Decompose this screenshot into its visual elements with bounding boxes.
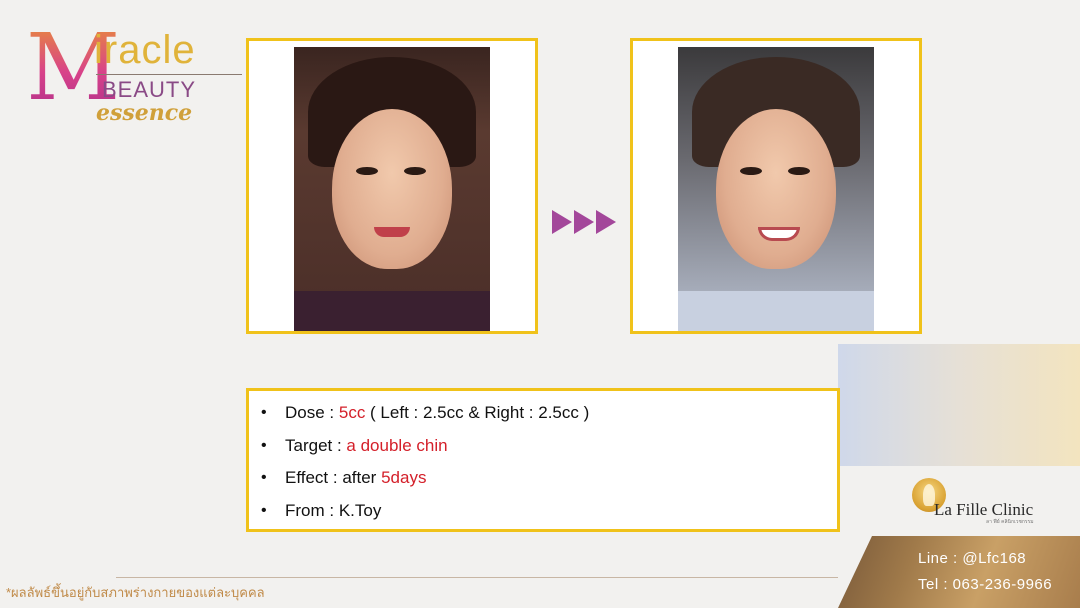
treatment-info-list: • Dose : 5cc ( Left : 2.5cc & Right : 2.… xyxy=(249,391,837,527)
logo-word-essence: essence xyxy=(96,100,193,126)
clinic-subtitle: ลา ฟีย์ คลินิกเวชกรรม xyxy=(986,519,1034,525)
logo-word-beauty: BEAUTY xyxy=(102,77,197,102)
transition-arrows xyxy=(552,210,616,234)
effect-value: 5days xyxy=(381,468,427,487)
line-contact: Line : @Lfc168 xyxy=(918,550,1027,567)
before-photo-frame xyxy=(246,38,538,334)
before-photo xyxy=(294,47,490,331)
bullet-icon: • xyxy=(261,469,267,486)
target-value: a double chin xyxy=(346,435,448,455)
arrow-right-icon xyxy=(574,210,594,234)
arrow-right-icon xyxy=(552,210,572,234)
after-photo xyxy=(678,47,874,331)
bullet-icon: • xyxy=(261,501,267,519)
target-item: • Target : a double chin xyxy=(259,430,837,463)
face xyxy=(332,109,452,269)
footer-divider xyxy=(116,577,838,578)
contact-panel: Line : @Lfc168 Tel : 063-236-9966 xyxy=(838,536,1080,608)
logo-divider xyxy=(96,74,242,75)
from-item: • From : K.Toy xyxy=(259,495,837,528)
logo-word-miracle: iracle xyxy=(94,28,196,72)
dose-value: 5cc xyxy=(338,403,366,422)
arrow-right-icon xyxy=(596,210,616,234)
bullet-icon: • xyxy=(261,436,267,454)
miracle-beauty-essence-logo: M iracle BEAUTY essence xyxy=(22,22,252,132)
bullet-icon: • xyxy=(261,404,267,421)
tel-contact: Tel : 063-236-9966 xyxy=(918,576,1053,593)
la-fille-clinic-brand: La Fille Clinic ลา ฟีย์ คลินิกเวชกรรม xyxy=(912,478,1042,528)
dose-item: • Dose : 5cc ( Left : 2.5cc & Right : 2.… xyxy=(259,397,837,430)
decorative-gradient-block xyxy=(838,344,1080,466)
treatment-info-box: • Dose : 5cc ( Left : 2.5cc & Right : 2.… xyxy=(246,388,840,532)
disclaimer-note: *ผลลัพธ์ขึ้นอยู่กับสภาพร่างกายของแต่ละบุ… xyxy=(6,585,265,600)
clinic-name: La Fille Clinic xyxy=(934,500,1034,519)
face xyxy=(716,109,836,269)
after-photo-frame xyxy=(630,38,922,334)
effect-item: • Effect : after 5days xyxy=(259,462,837,495)
